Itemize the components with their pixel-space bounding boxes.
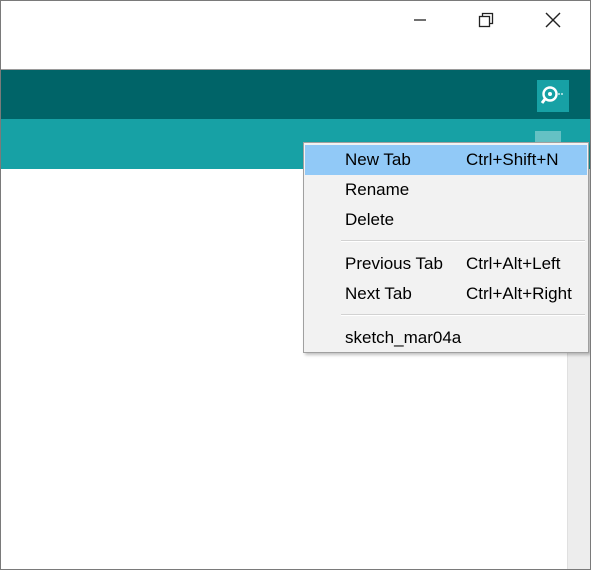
tab-context-menu: New Tab Ctrl+Shift+N Rename Delete Previ… — [303, 142, 589, 353]
close-button[interactable] — [530, 1, 576, 39]
toolbar — [1, 70, 590, 119]
menu-item-shortcut: Ctrl+Shift+N — [466, 150, 559, 169]
close-icon — [545, 12, 561, 28]
restore-button[interactable] — [463, 1, 509, 39]
menu-item-label: sketch_mar04a — [345, 328, 462, 347]
menu-item-previous-tab[interactable]: Previous Tab Ctrl+Alt+Left — [305, 249, 587, 279]
minimize-button[interactable] — [397, 1, 443, 39]
menu-item-delete[interactable]: Delete — [305, 205, 587, 235]
menu-separator — [341, 314, 585, 316]
menu-item-label: Delete — [345, 210, 395, 229]
title-bar — [1, 1, 590, 70]
magnifier-icon — [540, 86, 563, 104]
menu-item-label: Next Tab — [345, 284, 412, 303]
menu-item-sketch-tab[interactable]: sketch_mar04a — [305, 323, 587, 353]
minimize-icon — [414, 19, 426, 21]
menu-item-next-tab[interactable]: Next Tab Ctrl+Alt+Right — [305, 279, 587, 309]
menu-item-label: Previous Tab — [345, 254, 443, 273]
restore-icon — [478, 12, 494, 28]
menu-item-shortcut: Ctrl+Alt+Left — [466, 254, 561, 273]
menu-item-label: New Tab — [345, 150, 411, 169]
serial-monitor-button[interactable] — [537, 80, 569, 112]
menu-item-rename[interactable]: Rename — [305, 175, 587, 205]
menu-item-shortcut: Ctrl+Alt+Right — [466, 284, 572, 303]
menu-item-label: Rename — [345, 180, 410, 199]
menu-separator — [341, 240, 585, 242]
menu-item-new-tab[interactable]: New Tab Ctrl+Shift+N — [305, 145, 587, 175]
app-window: New Tab Ctrl+Shift+N Rename Delete Previ… — [0, 0, 591, 570]
